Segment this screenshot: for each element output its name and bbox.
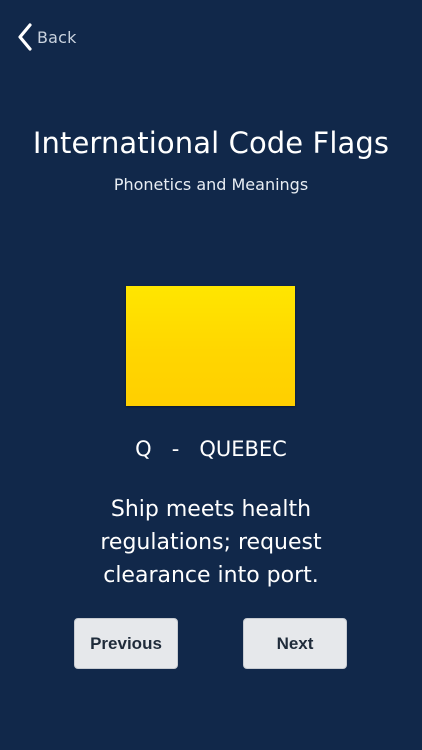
next-button[interactable]: Next (243, 618, 347, 669)
page-subtitle: Phonetics and Meanings (113, 175, 309, 194)
flag-image (126, 286, 295, 406)
chevron-left-icon (18, 23, 32, 51)
back-label: Back (37, 27, 77, 47)
flag-phonetic: QUEBEC (199, 437, 287, 461)
back-button[interactable]: Back (17, 22, 77, 52)
flag-separator: - (171, 437, 180, 461)
flag-letter-line: Q - QUEBEC (0, 437, 422, 461)
page-title: International Code Flags (32, 126, 390, 160)
flag-letter: Q (135, 437, 152, 461)
flag-meaning: Ship meets health regulations; request c… (100, 497, 322, 588)
previous-button[interactable]: Previous (74, 618, 178, 669)
